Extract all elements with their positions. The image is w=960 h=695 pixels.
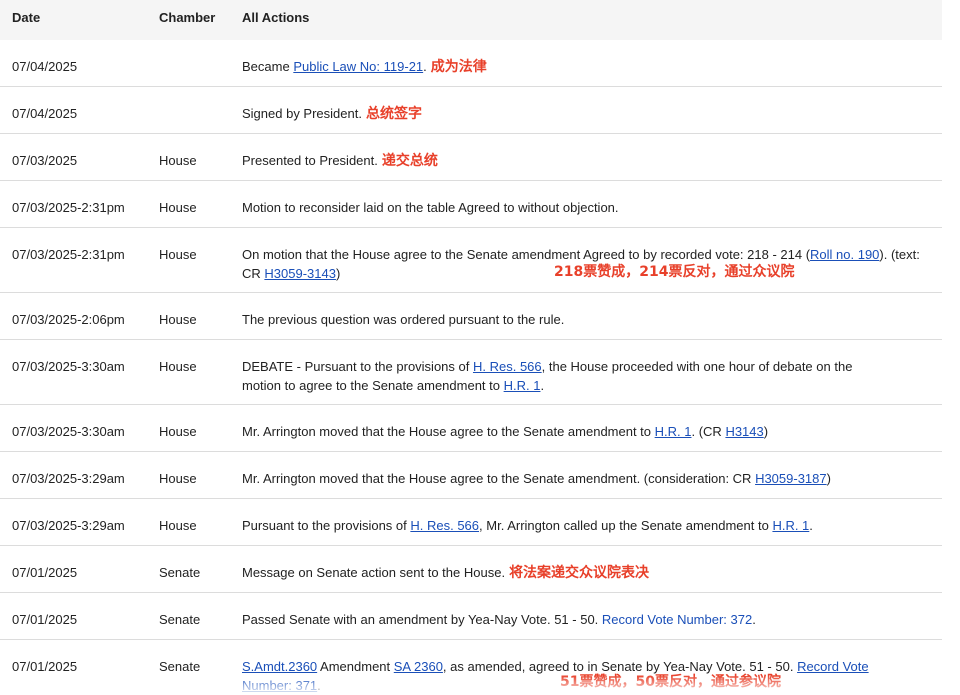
row-chamber: House bbox=[159, 471, 197, 486]
row-date: 07/04/2025 bbox=[12, 106, 78, 121]
action-text: Became bbox=[242, 59, 294, 74]
table-row: 07/03/2025-3:29am House Pursuant to the … bbox=[0, 499, 942, 546]
table-row: 07/01/2025 Senate Passed Senate with an … bbox=[0, 593, 942, 640]
row-chamber: House bbox=[159, 518, 197, 533]
table-row: 07/03/2025-3:29am House Mr. Arrington mo… bbox=[0, 452, 942, 499]
action-text: Presented to President. bbox=[242, 153, 378, 168]
table-header: Date Chamber All Actions bbox=[0, 0, 942, 41]
action-text: . bbox=[423, 59, 427, 74]
table-row: 07/03/2025-2:31pm House On motion that t… bbox=[0, 228, 942, 293]
annotation-note: 递交总统 bbox=[381, 153, 438, 169]
row-chamber: Senate bbox=[159, 612, 201, 627]
h-res-566-link[interactable]: H. Res. 566 bbox=[473, 359, 542, 374]
action-text: ) bbox=[763, 424, 769, 439]
action-text: Passed Senate with an amendment by Yea-N… bbox=[242, 612, 602, 627]
action-text: . bbox=[540, 378, 545, 393]
row-date: 07/03/2025 bbox=[12, 153, 78, 168]
row-date: 07/01/2025 bbox=[12, 659, 78, 674]
row-date: 07/04/2025 bbox=[12, 59, 78, 74]
row-chamber: Senate bbox=[159, 565, 201, 580]
row-date: 07/03/2025-3:30am bbox=[12, 359, 125, 374]
sa-2360-link[interactable]: SA 2360 bbox=[394, 659, 443, 674]
row-action: DEBATE - Pursuant to the provisions of H… bbox=[242, 357, 892, 395]
action-text: Amendment bbox=[317, 659, 394, 674]
header-actions[interactable]: All Actions bbox=[242, 10, 309, 25]
table-row: 07/03/2025-3:30am House DEBATE - Pursuan… bbox=[0, 340, 942, 405]
row-action: Pursuant to the provisions of H. Res. 56… bbox=[242, 516, 932, 535]
hr-1-link[interactable]: H.R. 1 bbox=[504, 378, 541, 393]
row-date: 07/01/2025 bbox=[12, 612, 78, 627]
table-row: 07/01/2025 Senate Message on Senate acti… bbox=[0, 546, 942, 593]
action-text: . bbox=[752, 612, 756, 627]
table-row: 07/01/2025 Senate S.Amdt.2360 Amendment … bbox=[0, 640, 942, 693]
action-text: Pursuant to the provisions of bbox=[242, 518, 411, 533]
action-text: Mr. Arrington moved that the House agree… bbox=[242, 424, 655, 439]
row-date: 07/03/2025-2:06pm bbox=[12, 312, 125, 327]
row-chamber: House bbox=[159, 359, 197, 374]
row-date: 07/03/2025-3:29am bbox=[12, 518, 125, 533]
row-action: Message on Senate action sent to the Hou… bbox=[242, 563, 932, 583]
row-chamber: House bbox=[159, 247, 197, 262]
row-action: Mr. Arrington moved that the House agree… bbox=[242, 422, 932, 441]
row-chamber: House bbox=[159, 200, 197, 215]
header-chamber[interactable]: Chamber bbox=[159, 10, 215, 25]
action-text: ) bbox=[826, 471, 831, 486]
annotation-note: 总统签字 bbox=[365, 106, 422, 122]
action-text: Signed by President. bbox=[242, 106, 362, 121]
row-chamber: House bbox=[159, 312, 197, 327]
row-action: Passed Senate with an amendment by Yea-N… bbox=[242, 610, 932, 629]
row-chamber: House bbox=[159, 153, 197, 168]
action-text: . (CR bbox=[691, 424, 726, 439]
row-action: Signed by President. 总统签字 bbox=[242, 104, 932, 124]
action-text: ) bbox=[335, 266, 341, 281]
annotation-note: 成为法律 bbox=[430, 59, 487, 75]
action-text: On motion that the House agree to the Se… bbox=[242, 247, 811, 262]
annotation-note: 218票赞成，214票反对，通过众议院 bbox=[554, 264, 795, 280]
action-text: DEBATE - Pursuant to the provisions of bbox=[242, 359, 473, 374]
action-text: Mr. Arrington moved that the House agree… bbox=[242, 471, 756, 486]
row-date: 07/01/2025 bbox=[12, 565, 78, 580]
header-date[interactable]: Date bbox=[12, 10, 40, 25]
cr-h3059-3187-link[interactable]: H3059-3187 bbox=[755, 471, 827, 486]
row-date: 07/03/2025-2:31pm bbox=[12, 200, 125, 215]
action-text: . bbox=[317, 678, 321, 693]
row-action: Motion to reconsider laid on the table A… bbox=[242, 200, 619, 215]
row-date: 07/03/2025-3:30am bbox=[12, 424, 125, 439]
annotation-note: 51票赞成，50票反对，通过参议院 bbox=[560, 674, 781, 690]
table-row: 07/04/2025 Signed by President. 总统签字 bbox=[0, 87, 942, 134]
action-text: Message on Senate action sent to the Hou… bbox=[242, 565, 506, 580]
action-text: . bbox=[809, 518, 813, 533]
hr-1-link[interactable]: H.R. 1 bbox=[655, 424, 692, 439]
h-res-566-link[interactable]: H. Res. 566 bbox=[410, 518, 479, 533]
row-action: The previous question was ordered pursua… bbox=[242, 312, 565, 327]
record-vote-372-link[interactable]: Record Vote Number: 372 bbox=[602, 612, 752, 627]
action-text: , Mr. Arrington called up the Senate ame… bbox=[479, 518, 773, 533]
s-amdt-2360-link[interactable]: S.Amdt.2360 bbox=[242, 659, 317, 674]
annotation-note: 将法案递交众议院表决 bbox=[509, 565, 650, 581]
row-chamber: Senate bbox=[159, 659, 201, 674]
table-row: 07/04/2025 Became Public Law No: 119-21.… bbox=[0, 40, 942, 87]
hr-1-link[interactable]: H.R. 1 bbox=[772, 518, 809, 533]
cr-h3143-link[interactable]: H3143 bbox=[725, 424, 763, 439]
row-date: 07/03/2025-2:31pm bbox=[12, 247, 125, 262]
table-row: 07/03/2025 House Presented to President.… bbox=[0, 134, 942, 181]
row-action: Mr. Arrington moved that the House agree… bbox=[242, 469, 932, 488]
cr-text-link[interactable]: H3059-3143 bbox=[264, 266, 336, 281]
table-row: 07/03/2025-2:31pm House Motion to recons… bbox=[0, 181, 942, 228]
row-date: 07/03/2025-3:29am bbox=[12, 471, 125, 486]
row-action: Became Public Law No: 119-21. 成为法律 bbox=[242, 57, 932, 77]
public-law-link[interactable]: Public Law No: 119-21 bbox=[293, 59, 423, 74]
table-row: 07/03/2025-2:06pm House The previous que… bbox=[0, 293, 942, 340]
table-row: 07/03/2025-3:30am House Mr. Arrington mo… bbox=[0, 405, 942, 452]
row-chamber: House bbox=[159, 424, 197, 439]
row-action: Presented to President. 递交总统 bbox=[242, 151, 932, 171]
roll-no-link[interactable]: Roll no. 190 bbox=[810, 247, 879, 262]
